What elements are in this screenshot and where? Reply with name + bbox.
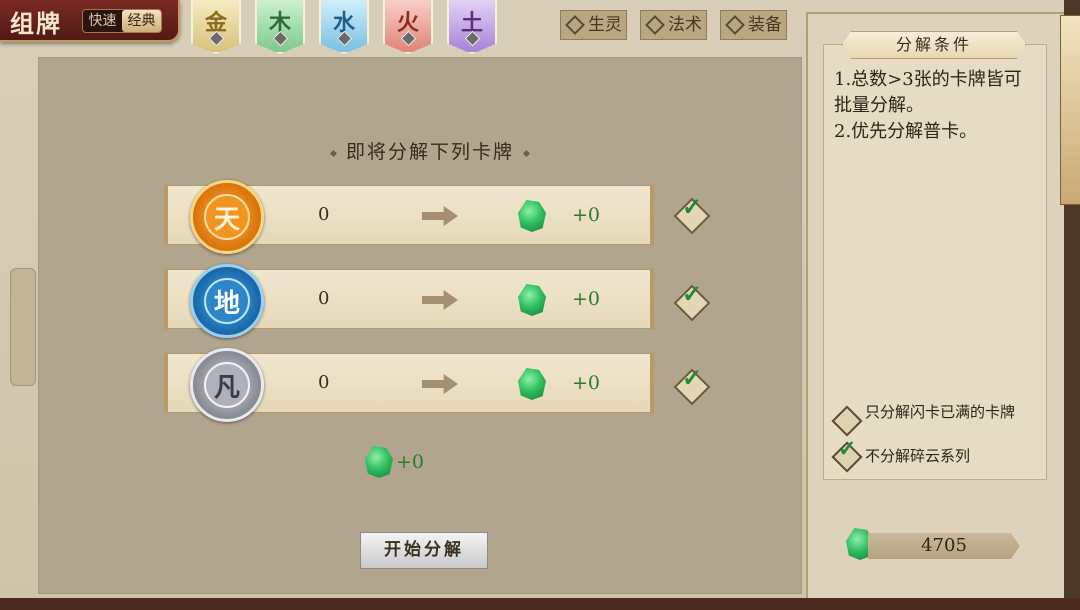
diamond-icon [565,15,585,35]
left-drawer-handle[interactable] [10,268,36,386]
diamond-icon [725,15,745,35]
mode-fast[interactable]: 快速 [83,10,122,32]
condition-line: 2.优先分解普卡。 [834,121,978,142]
arrow-icon [422,206,458,226]
gem-gain: +0 [572,288,601,310]
gem-gain: +0 [572,204,601,226]
conditions-text: 1.总数>3张的卡牌皆可批量分解。 2.优先分解普卡。 [834,67,1038,145]
decompose-row-di: 地 0 +0 [164,264,654,338]
section-title: 即将分解下列卡牌 [310,137,550,164]
total-gem-gain: +0 [396,451,425,473]
type-tab-label: 法术 [668,15,702,35]
card-count: 0 [318,204,330,225]
rank-badge-tian-icon: 天 [190,180,264,254]
decompose-row-fan: 凡 0 +0 [164,348,654,422]
check-icon: ✓ [682,192,703,221]
decompose-row-tian: 天 0 +0 [164,180,654,254]
diamond-icon [329,149,338,157]
mode-classic[interactable]: 经典 [122,10,161,32]
jade-gem-icon [518,284,546,316]
rank-label: 凡 [204,362,250,408]
option-label: 只分解闪卡已满的卡牌 [865,403,1016,421]
card-count: 0 [318,372,330,393]
rank-label: 地 [204,278,250,324]
currency-amount: 4705 [868,533,1020,559]
start-decompose-button[interactable]: 开始分解 [360,532,488,569]
title-plate: 组牌 快速 经典 [0,0,180,42]
type-tab-creature[interactable]: 生灵 [560,10,627,40]
rank-label: 天 [204,194,250,240]
gem-gain: +0 [572,372,601,394]
check-icon: ✓ [682,363,703,392]
jade-gem-icon [518,200,546,232]
condition-line: 1.总数>3张的卡牌皆可批量分解。 [834,69,1022,116]
element-tab-metal[interactable]: 金 [191,0,241,54]
type-tab-label: 生灵 [588,15,622,35]
rank-badge-di-icon: 地 [190,264,264,338]
diamond-icon [522,149,531,157]
check-icon: ✓ [838,436,857,462]
close-tab[interactable] [1060,15,1080,205]
element-tab-earth[interactable]: 土 [447,0,497,54]
type-tab-label: 装备 [748,15,782,35]
arrow-icon [422,374,458,394]
element-tab-fire[interactable]: 火 [383,0,433,54]
arrow-icon [422,290,458,310]
element-tab-wood[interactable]: 木 [255,0,305,54]
mode-toggle[interactable]: 快速 经典 [82,9,162,33]
element-tab-water[interactable]: 水 [319,0,369,54]
conditions-header: 分解条件 [842,31,1026,59]
rank-badge-fan-icon: 凡 [190,348,264,422]
check-icon: ✓ [682,279,703,308]
diamond-icon [645,15,665,35]
card-count: 0 [318,288,330,309]
bottom-border [0,598,1080,610]
option-label: 不分解碎云系列 [865,447,971,465]
type-tab-equipment[interactable]: 装备 [720,10,787,40]
page-title: 组牌 [10,9,62,38]
type-tab-spell[interactable]: 法术 [640,10,707,40]
jade-gem-icon [518,368,546,400]
